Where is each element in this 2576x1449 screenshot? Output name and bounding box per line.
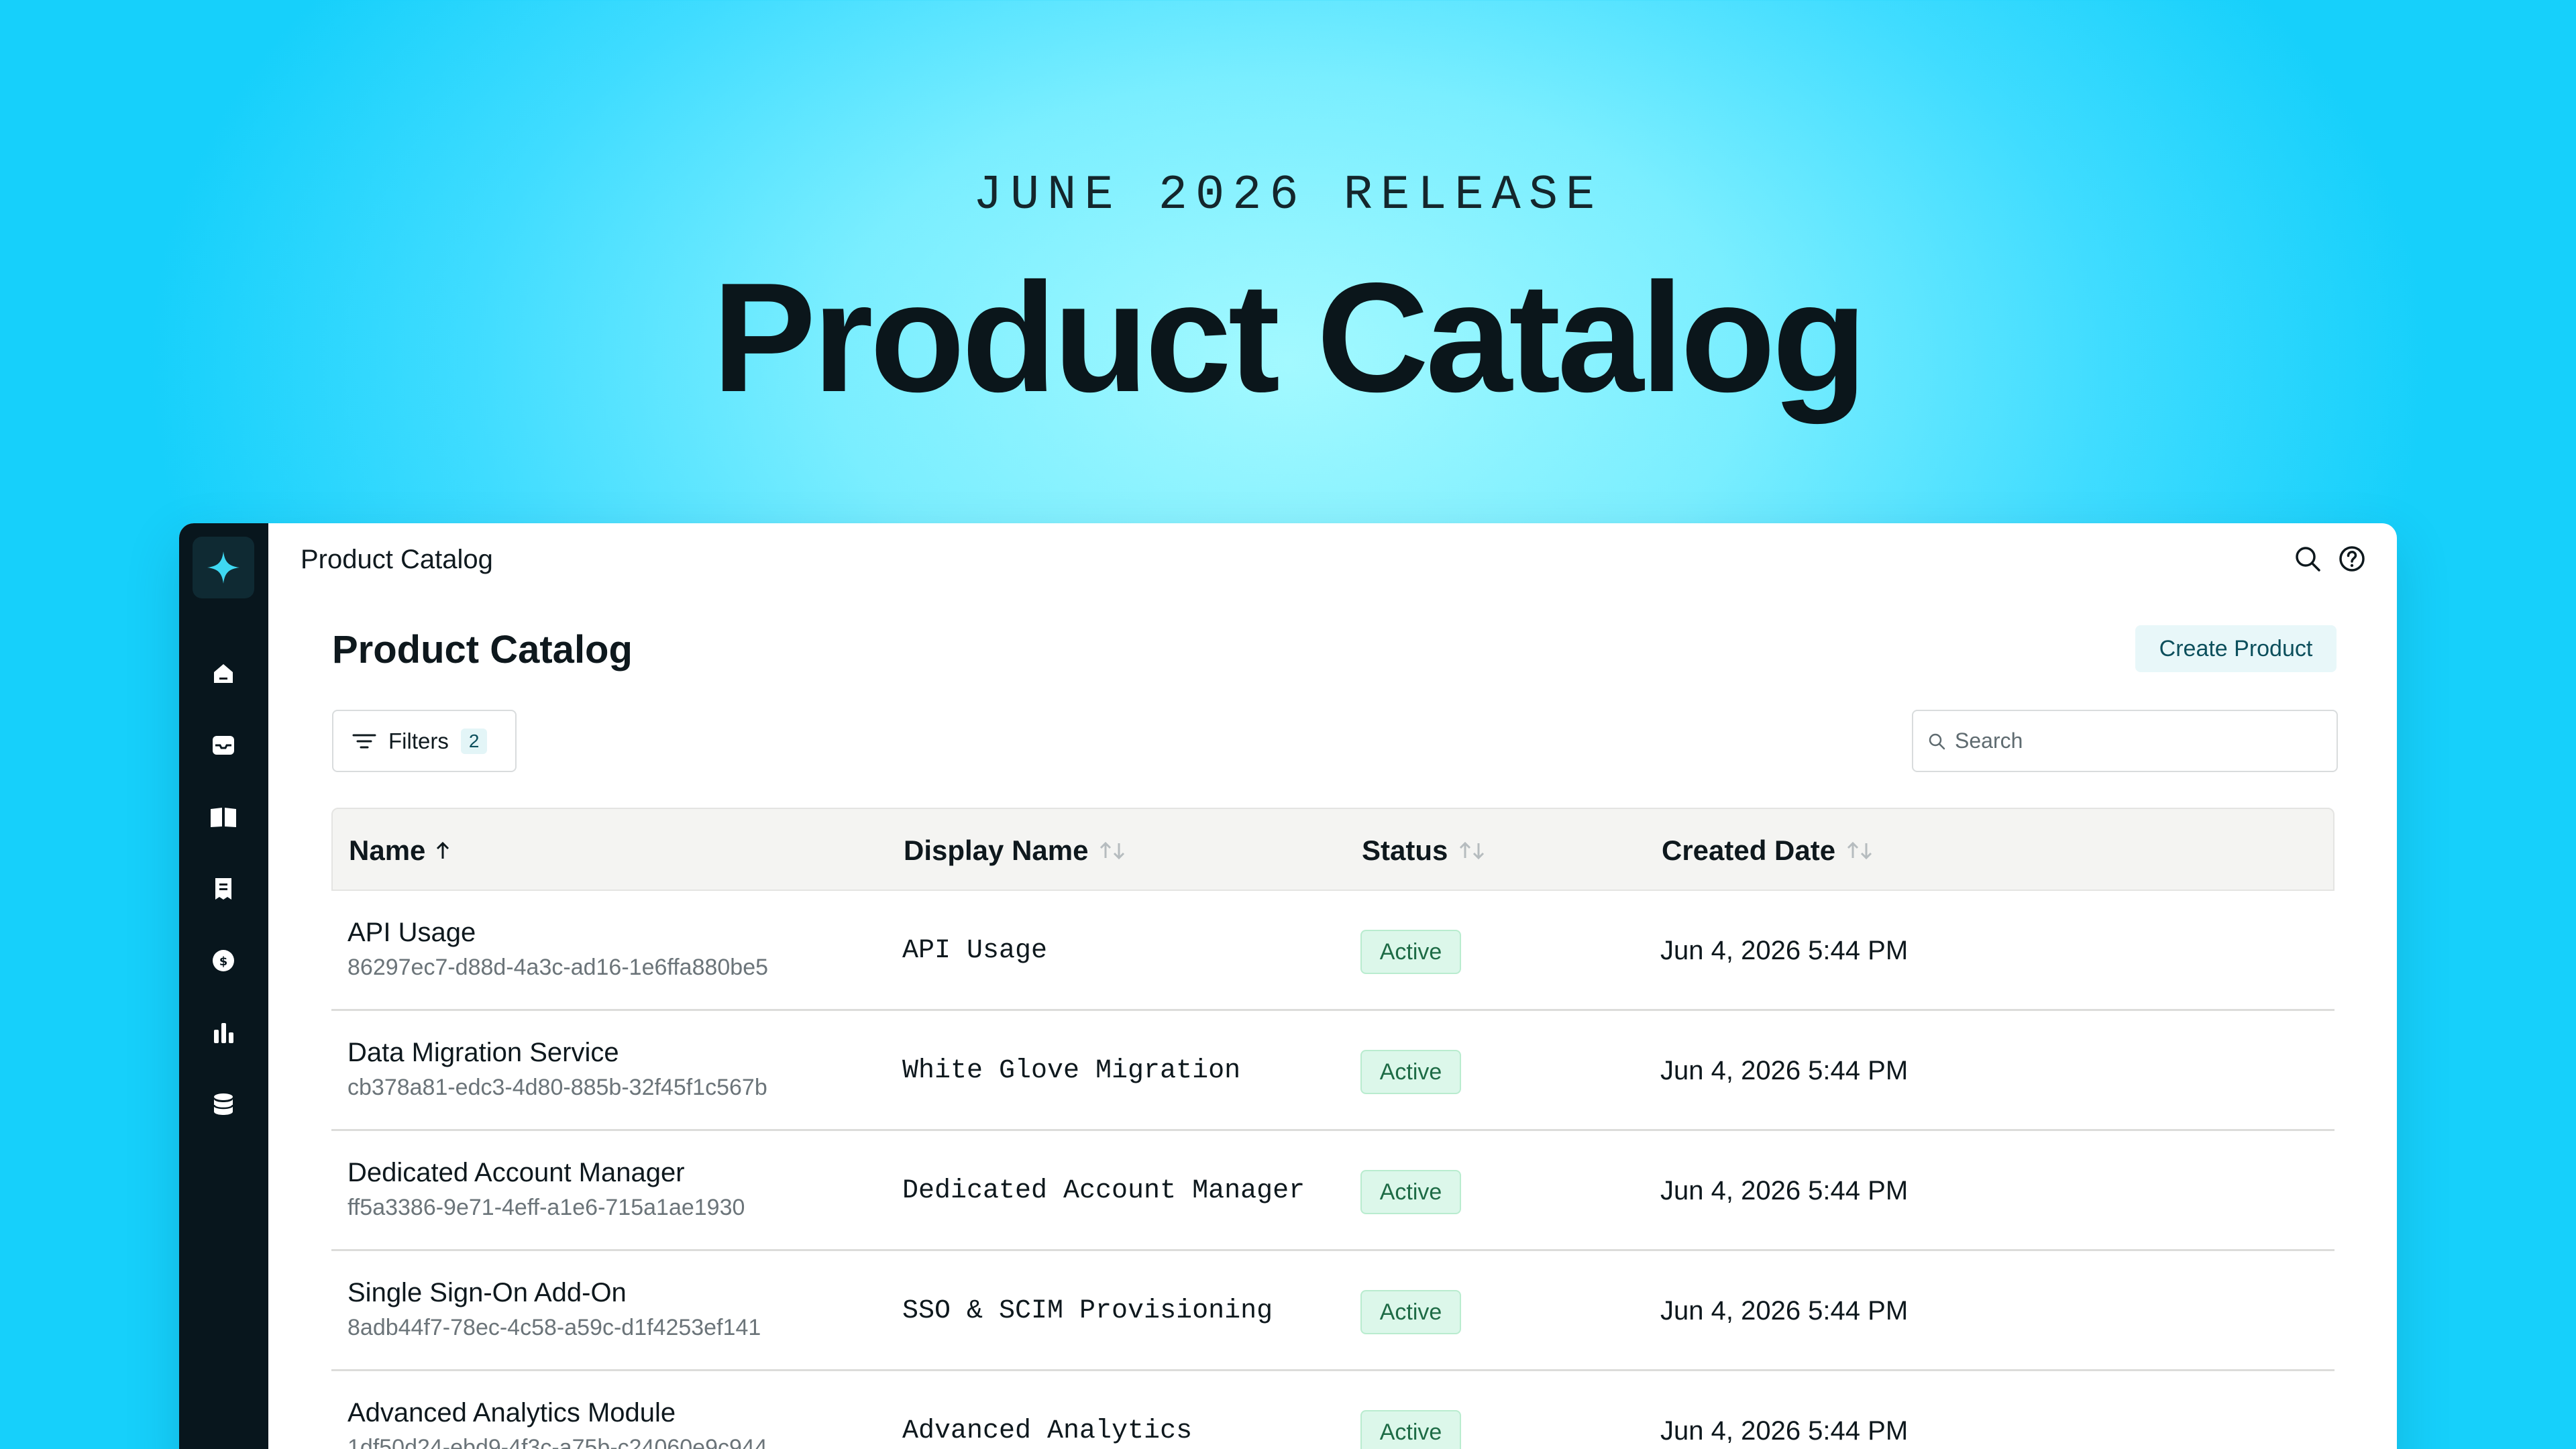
sidebar-item-data[interactable]: [207, 1088, 239, 1120]
database-icon: [213, 1093, 234, 1115]
sidebar-item-inbox[interactable]: [207, 729, 239, 761]
coin-icon: $: [213, 950, 234, 971]
created-date: Jun 4, 2026 5:44 PM: [1660, 936, 1909, 965]
product-id: 8adb44f7-78ec-4c58-a59c-d1f4253ef141: [347, 1315, 761, 1340]
sparkle-icon: [207, 551, 239, 584]
filters-button[interactable]: Filters 2: [332, 710, 517, 772]
topbar-search-button[interactable]: [2294, 545, 2322, 573]
column-header-status[interactable]: Status: [1362, 809, 1487, 892]
table-row[interactable]: Data Migration Service cb378a81-edc3-4d8…: [331, 1011, 2334, 1131]
sort-icon: [1457, 841, 1487, 861]
topbar-help-button[interactable]: [2338, 545, 2366, 573]
app-window: $ Product Catalog Product Catalog Create…: [179, 523, 2397, 1449]
sidebar-item-home[interactable]: [207, 657, 239, 690]
sidebar-item-catalog[interactable]: [207, 801, 239, 833]
product-id: cb378a81-edc3-4d80-885b-32f45f1c567b: [347, 1075, 767, 1100]
filters-count-badge: 2: [460, 728, 488, 754]
sidebar-item-analytics[interactable]: [207, 1016, 239, 1049]
product-name: Advanced Analytics Module: [347, 1398, 676, 1428]
product-table: Name Display Name Status Created Date AP…: [331, 808, 2334, 1449]
column-header-created-date[interactable]: Created Date: [1662, 809, 1874, 892]
page-title: Product Catalog: [332, 628, 633, 672]
column-header-created-date-label: Created Date: [1662, 835, 1836, 866]
table-row[interactable]: Dedicated Account Manager ff5a3386-9e71-…: [331, 1131, 2334, 1251]
product-name: Data Migration Service: [347, 1038, 619, 1067]
product-id: 1df50d24-ebd9-4f3c-a75b-c24060e9c944: [347, 1435, 767, 1449]
search-icon: [2296, 547, 2320, 572]
search-icon: [1929, 733, 1945, 749]
main-content: Product Catalog Product Catalog Create P…: [268, 523, 2397, 1449]
display-name: SSO & SCIM Provisioning: [902, 1296, 1273, 1326]
sidebar: $: [179, 523, 268, 1449]
product-name-cell: Single Sign-On Add-On 8adb44f7-78ec-4c58…: [347, 1278, 761, 1341]
product-id: 86297ec7-d88d-4a3c-ad16-1e6ffa880be5: [347, 955, 769, 980]
status-badge: Active: [1360, 1170, 1461, 1214]
display-name: API Usage: [902, 936, 1048, 966]
logo[interactable]: [193, 537, 254, 598]
hero-eyebrow: JUNE 2026 RELEASE: [973, 168, 1603, 223]
status-badge: Active: [1360, 1050, 1461, 1094]
receipt-icon: [215, 878, 231, 900]
help-icon: [2339, 546, 2365, 572]
column-header-name[interactable]: Name: [349, 809, 451, 892]
created-date: Jun 4, 2026 5:44 PM: [1660, 1176, 1909, 1205]
product-name: Dedicated Account Manager: [347, 1158, 685, 1187]
column-header-status-label: Status: [1362, 835, 1448, 866]
inbox-icon: [213, 736, 234, 755]
column-header-display-name-label: Display Name: [904, 835, 1089, 866]
product-name-cell: Advanced Analytics Module 1df50d24-ebd9-…: [347, 1398, 767, 1449]
bar-chart-icon: [214, 1023, 233, 1043]
product-name-cell: API Usage 86297ec7-d88d-4a3c-ad16-1e6ffa…: [347, 918, 768, 981]
status-badge: Active: [1360, 930, 1461, 974]
product-name-cell: Data Migration Service cb378a81-edc3-4d8…: [347, 1038, 767, 1101]
display-name: White Glove Migration: [902, 1056, 1241, 1086]
sidebar-item-invoices[interactable]: [207, 873, 239, 905]
filter-icon: [352, 734, 376, 748]
table-row[interactable]: API Usage 86297ec7-d88d-4a3c-ad16-1e6ffa…: [331, 891, 2334, 1011]
search-field[interactable]: [1912, 710, 2338, 772]
product-id: ff5a3386-9e71-4eff-a1e6-715a1ae1930: [347, 1195, 745, 1220]
table-row[interactable]: Advanced Analytics Module 1df50d24-ebd9-…: [331, 1371, 2334, 1449]
book-icon: [211, 808, 236, 827]
filters-label: Filters: [388, 728, 449, 753]
column-header-display-name[interactable]: Display Name: [904, 809, 1127, 892]
status-badge: Active: [1360, 1410, 1461, 1449]
sort-ascending-icon: [435, 841, 451, 861]
sidebar-item-revenue[interactable]: $: [207, 945, 239, 977]
product-name-cell: Dedicated Account Manager ff5a3386-9e71-…: [347, 1158, 745, 1221]
table-header: Name Display Name Status Created Date: [331, 808, 2334, 891]
column-header-name-label: Name: [349, 835, 426, 866]
product-name: API Usage: [347, 918, 476, 947]
created-date: Jun 4, 2026 5:44 PM: [1660, 1296, 1909, 1326]
created-date: Jun 4, 2026 5:44 PM: [1660, 1056, 1909, 1085]
topbar-title: Product Catalog: [301, 545, 493, 574]
svg-text:$: $: [219, 955, 228, 969]
search-input[interactable]: [1955, 729, 2304, 753]
table-row[interactable]: Single Sign-On Add-On 8adb44f7-78ec-4c58…: [331, 1251, 2334, 1371]
display-name: Dedicated Account Manager: [902, 1176, 1305, 1206]
created-date: Jun 4, 2026 5:44 PM: [1660, 1416, 1909, 1446]
display-name: Advanced Analytics: [902, 1416, 1193, 1446]
hero-title: Product Catalog: [712, 251, 1868, 425]
sort-icon: [1097, 841, 1127, 861]
home-icon: [214, 664, 233, 683]
product-name: Single Sign-On Add-On: [347, 1278, 627, 1307]
sort-icon: [1845, 841, 1874, 861]
status-badge: Active: [1360, 1290, 1461, 1334]
create-product-button[interactable]: Create Product: [2135, 625, 2337, 672]
